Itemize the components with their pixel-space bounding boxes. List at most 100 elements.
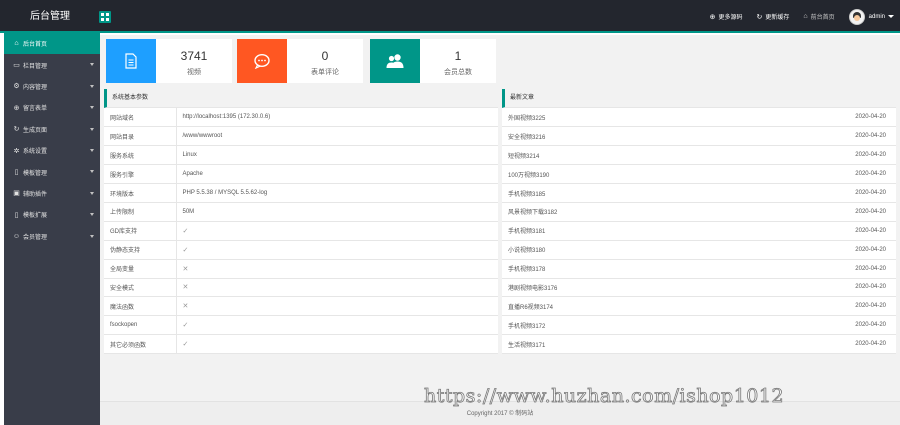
article-title-link[interactable]: 风景视频下载3182: [502, 202, 716, 222]
article-date: 2020-04-20: [715, 334, 896, 355]
article-title-link[interactable]: 手机视频3178: [502, 259, 716, 279]
table-row[interactable]: 手机视频3178 2020-04-20: [502, 259, 896, 279]
article-title-link[interactable]: 小说视频3180: [502, 240, 716, 260]
table-row[interactable]: 小说视频3180 2020-04-20: [502, 240, 896, 260]
table-row[interactable]: 手机视频3181 2020-04-20: [502, 221, 896, 241]
stat-card-videos[interactable]: 3741 视频: [106, 39, 232, 83]
article-date: 2020-04-20: [715, 278, 896, 298]
check-icon: ✓: [176, 240, 498, 260]
table-row: 上传限制 50M: [104, 202, 498, 222]
table-row[interactable]: 港剧视频电影3176 2020-04-20: [502, 278, 896, 298]
sidebar-toggle-button[interactable]: [99, 11, 111, 23]
row-key: 其它必须函数: [104, 334, 177, 355]
document-icon: [106, 39, 156, 83]
gear-icon: ✲: [13, 147, 20, 155]
sidebar-item-label: 内容管理: [23, 84, 48, 91]
plugin-icon: ▣: [13, 190, 20, 198]
article-title-link[interactable]: 外国视频3225: [502, 108, 716, 128]
monitor-icon: ▭: [13, 62, 20, 70]
table-row: 网站目录/www/wwwroot: [104, 126, 498, 147]
table-row[interactable]: 外国视频3225 2020-04-20: [502, 108, 896, 128]
avatar: [848, 8, 865, 25]
sidebar-item-generate[interactable]: ↻ 生成页面: [4, 119, 100, 140]
stat-number: 3741: [180, 49, 208, 63]
check-icon: ✓: [176, 315, 498, 336]
sidebar-item-extensions[interactable]: ▯ 模板扩展: [4, 204, 100, 225]
article-title-link[interactable]: 港剧视频电影3176: [502, 278, 716, 298]
row-value: /www/wwwroot: [176, 126, 498, 147]
sidebar-item-plugins[interactable]: ▣ 辅助插件: [4, 183, 100, 204]
sidebar-item-content[interactable]: ⚙ 内容管理: [4, 76, 100, 97]
stat-label: 表单评论: [311, 69, 339, 76]
table-row: 环境版本 PHP 5.5.38 / MYSQL 5.5.62-log: [104, 183, 498, 203]
article-date: 2020-04-20: [715, 259, 896, 279]
sidebar-item-forms[interactable]: ⊕ 留言表单: [4, 97, 100, 118]
sidebar-item-label: 留言表单: [23, 106, 48, 113]
user-menu[interactable]: admin: [848, 8, 894, 25]
more-source-link[interactable]: ⊕ 更多源码: [710, 12, 743, 22]
chevron-down-icon: [90, 148, 94, 152]
table-row[interactable]: 手机视频3172 2020-04-20: [502, 315, 896, 336]
cross-icon: ✕: [176, 296, 498, 317]
sidebar-item-home[interactable]: ⌂ 后台首页: [4, 33, 100, 55]
row-key: 网站目录: [104, 126, 177, 147]
refresh-icon: ↻: [756, 13, 763, 21]
sidebar-item-label: 会员管理: [23, 234, 48, 241]
stat-number: 0: [321, 49, 329, 63]
stat-label: 会员总数: [444, 69, 472, 76]
refresh-cache-link[interactable]: ↻ 更新缓存: [756, 12, 790, 22]
front-home-link[interactable]: ⌂ 前台首页: [803, 12, 834, 21]
article-title-link[interactable]: 生活视频3171: [502, 334, 716, 355]
table-row[interactable]: 100万视频3190 2020-04-20: [502, 164, 896, 185]
article-date: 2020-04-20: [715, 164, 896, 185]
sidebar-item-label: 辅助插件: [23, 191, 48, 198]
article-title-link[interactable]: 直播R6视频3174: [502, 296, 716, 317]
chevron-down-icon: [90, 191, 94, 195]
table-row[interactable]: 风景视频下载3182 2020-04-20: [502, 202, 896, 222]
article-date: 2020-04-20: [715, 240, 896, 260]
article-title-link[interactable]: 手机视频3181: [502, 221, 716, 241]
article-title-link[interactable]: 短视频3214: [502, 145, 716, 166]
row-value: 50M: [176, 202, 498, 222]
sidebar-item-label: 生成页面: [23, 127, 48, 134]
latest-articles-panel: 最新文章 外国视频3225 2020-04-20 安全视频3216 2020-04-…: [502, 89, 896, 355]
sidebar: ⌂ 后台首页 ▭ 栏目管理 ⚙ 内容管理 ⊕ 留言表单 ↻ 生成页面 ✲ 系统设…: [4, 33, 100, 425]
grid-icon: [101, 13, 109, 21]
article-title-link[interactable]: 安全视频3216: [502, 126, 716, 147]
cross-icon: ✕: [176, 259, 498, 279]
sidebar-item-system[interactable]: ✲ 系统设置: [4, 140, 100, 161]
cross-icon: ✕: [176, 278, 498, 298]
article-title-link[interactable]: 手机视频3172: [502, 315, 716, 336]
brand-title[interactable]: 后台管理: [0, 0, 100, 33]
copyright-text: Copyright 2017 © 制码站: [466, 411, 534, 417]
table-row[interactable]: 短视频3214 2020-04-20: [502, 145, 896, 166]
table-row[interactable]: 手机视频3185 2020-04-20: [502, 183, 896, 203]
front-home-label: 前台首页: [810, 15, 835, 21]
row-key: 上传限制: [104, 202, 177, 222]
article-title-link[interactable]: 手机视频3185: [502, 183, 716, 203]
stat-card-comments[interactable]: 0 表单评论: [237, 39, 363, 83]
table-row[interactable]: 直播R6视频3174 2020-04-20: [502, 296, 896, 317]
row-key: 网站域名: [104, 108, 177, 128]
chevron-down-icon: [90, 234, 94, 238]
sidebar-item-label: 模板扩展: [23, 213, 48, 220]
stat-card-members[interactable]: 1 会员总数: [370, 39, 496, 83]
table-row[interactable]: 生活视频3171 2020-04-20: [502, 334, 896, 355]
system-info-table: 网站域名 http://localhost:1395 (172.30.0.6) 网…: [104, 108, 498, 355]
main-content: 3741 视频 0 表单评论 1 会员总数 系统基本参数 网站域名 http:/…: [100, 35, 900, 425]
chevron-down-icon: [90, 127, 94, 131]
sidebar-item-columns[interactable]: ▭ 栏目管理: [4, 54, 100, 75]
sidebar-item-templates[interactable]: ▯ 模板管理: [4, 161, 100, 182]
article-title-link[interactable]: 100万视频3190: [502, 164, 716, 185]
articles-table: 外国视频3225 2020-04-20 安全视频3216 2020-04-20 短视…: [502, 108, 896, 355]
table-row: GD库支持 ✓: [104, 221, 498, 241]
sidebar-item-label: 栏目管理: [23, 63, 48, 70]
table-row[interactable]: 安全视频3216 2020-04-20: [502, 126, 896, 147]
table-row: fsockopen ✓: [104, 315, 498, 336]
stat-label: 视频: [187, 69, 201, 76]
article-date: 2020-04-20: [715, 296, 896, 317]
article-date: 2020-04-20: [715, 108, 896, 128]
sidebar-item-label: 系统设置: [23, 149, 48, 156]
user-name: admin: [868, 13, 885, 20]
sidebar-item-members[interactable]: ☺ 会员管理: [4, 226, 100, 247]
